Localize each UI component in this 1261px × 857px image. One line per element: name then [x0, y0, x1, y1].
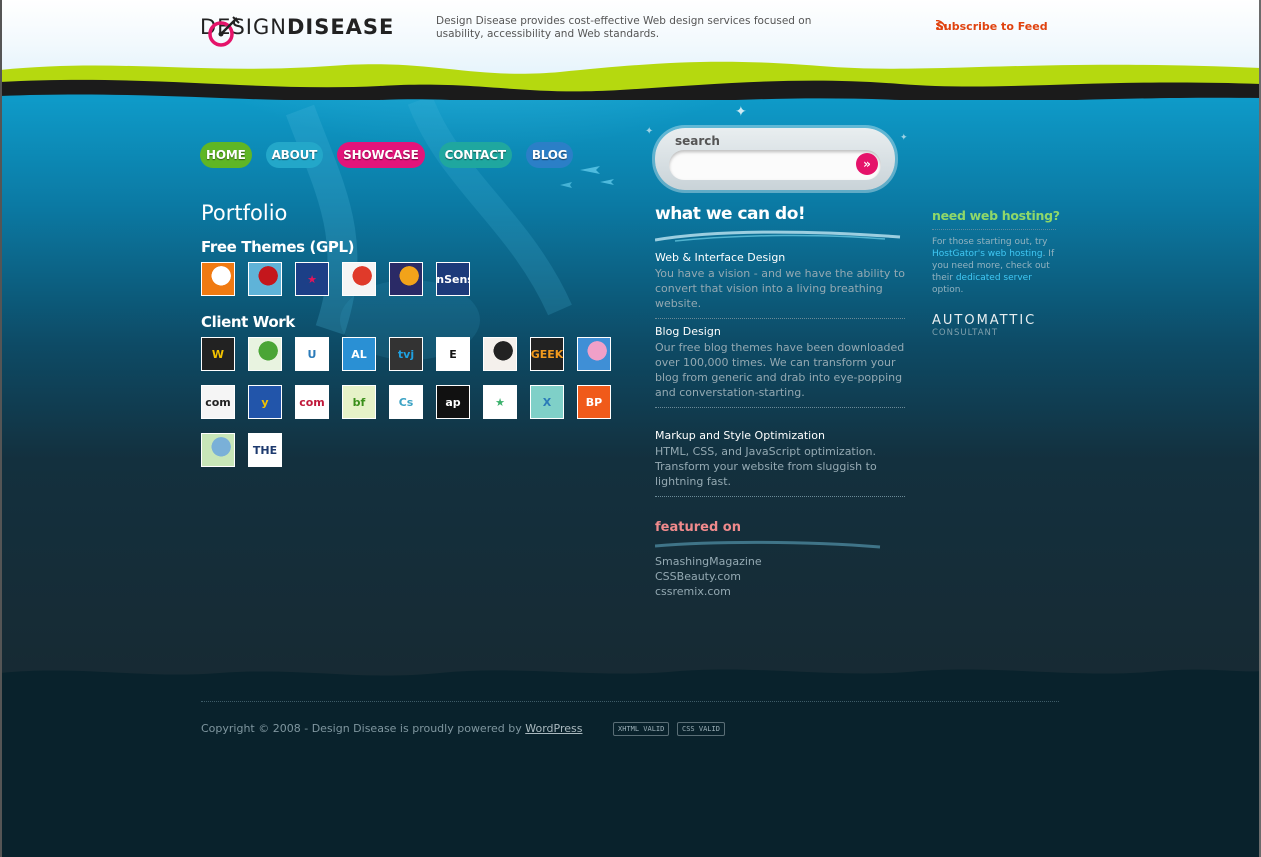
- service-blog-design: Blog Design Our free blog themes have be…: [655, 325, 905, 408]
- client-com-news-thumbnail[interactable]: com: [201, 385, 235, 419]
- hosting-text: For those starting out, try HostGator's …: [932, 236, 1060, 296]
- main-content-area: ✦ ✦ ✦: [0, 100, 1261, 680]
- window-border-left: [0, 0, 2, 857]
- logo-text-bold: DISEASE: [286, 15, 395, 39]
- site-logo[interactable]: DESIGN DISEASE: [200, 15, 395, 47]
- hosting-text-part: For those starting out, try: [932, 237, 1048, 247]
- featured-item-cssremix[interactable]: cssremix.com: [655, 584, 762, 599]
- client-x-tiles-thumbnail[interactable]: X: [530, 385, 564, 419]
- client-leaf-thumbnail[interactable]: [248, 337, 282, 371]
- search-box: search »: [655, 128, 895, 190]
- featured-list: SmashingMagazine CSSBeauty.com cssremix.…: [655, 554, 762, 599]
- featured-item-smashing[interactable]: SmashingMagazine: [655, 554, 762, 569]
- svg-text:✦: ✦: [645, 126, 653, 137]
- nav-contact[interactable]: CONTACT: [438, 142, 512, 168]
- service-markup-optimization: Markup and Style Optimization HTML, CSS,…: [655, 429, 905, 497]
- footer-divider: [201, 701, 1059, 702]
- featured-item-cssbeauty[interactable]: CSSBeauty.com: [655, 569, 762, 584]
- theme-insense-thumbnail[interactable]: InSens: [436, 262, 470, 296]
- hostgator-link[interactable]: HostGator's web hosting: [932, 249, 1043, 259]
- copyright-label: Copyright © 2008 - Design Disease is pro…: [201, 722, 526, 735]
- search-input[interactable]: [669, 150, 881, 180]
- portfolio-title: Portfolio: [201, 201, 288, 225]
- nav-about-label: ABOUT: [271, 148, 318, 162]
- subscribe-label: Subscribe to Feed: [936, 20, 1048, 33]
- service-title: Markup and Style Optimization: [655, 429, 825, 442]
- client-bp-thumbnail[interactable]: BP: [577, 385, 611, 419]
- footer-wave: [0, 669, 1261, 685]
- client-lily-thumbnail[interactable]: [577, 337, 611, 371]
- copyright-text: Copyright © 2008 - Design Disease is pro…: [201, 722, 582, 735]
- header: DESIGN DISEASE Design Disease provides co…: [0, 0, 1261, 110]
- client-work-grid: W U AL tvj E GEEK com y com bf Cs ap ★ X BP THE: [201, 337, 611, 467]
- service-desc: Our free blog themes have been downloade…: [655, 341, 905, 399]
- client-e-thumbnail[interactable]: E: [436, 337, 470, 371]
- client-al-thumbnail[interactable]: AL: [342, 337, 376, 371]
- svg-text:✦: ✦: [735, 104, 747, 120]
- client-arrow-tiles-thumbnail[interactable]: y: [248, 385, 282, 419]
- client-green-star-thumbnail[interactable]: ★: [483, 385, 517, 419]
- client-geek-thumbnail[interactable]: GEEK: [530, 337, 564, 371]
- hosting-text-part: option.: [932, 285, 964, 295]
- nav-showcase[interactable]: SHOWCASE: [337, 142, 425, 168]
- client-bf-thumbnail[interactable]: bf: [342, 385, 376, 419]
- nav-blog-label: BLOG: [531, 148, 568, 162]
- client-apple-thumbnail[interactable]: ap: [436, 385, 470, 419]
- arrow-right-icon: »: [863, 157, 871, 171]
- client-blue-green-u-thumbnail[interactable]: U: [295, 337, 329, 371]
- theme-cherries-thumbnail[interactable]: [248, 262, 282, 296]
- service-web-interface-design: Web & Interface Design You have a vision…: [655, 251, 905, 319]
- theme-star-thumbnail[interactable]: ★: [295, 262, 329, 296]
- theme-white-red-thumbnail[interactable]: [342, 262, 376, 296]
- nav-home[interactable]: HOME: [200, 142, 252, 168]
- client-legs-thumbnail[interactable]: [483, 337, 517, 371]
- theme-colorful-circle-thumbnail[interactable]: [389, 262, 423, 296]
- automattic-logo[interactable]: AUTOMATTIC: [932, 313, 1036, 328]
- featured-swoosh: [655, 540, 881, 549]
- featured-title: featured on: [655, 520, 741, 535]
- nav-about[interactable]: ABOUT: [265, 142, 324, 168]
- client-w-thumbnail[interactable]: W: [201, 337, 235, 371]
- xhtml-valid-badge[interactable]: XHTML VALID: [613, 722, 670, 736]
- rss-icon: [936, 20, 946, 30]
- css-valid-badge[interactable]: CSS VALID: [677, 722, 725, 736]
- underwater-decoration: ✦ ✦ ✦: [100, 100, 908, 360]
- client-work-title: Client Work: [201, 313, 295, 331]
- dedicated-server-link[interactable]: dedicated server: [956, 273, 1032, 283]
- free-themes-title: Free Themes (GPL): [201, 238, 355, 256]
- client-com-red-thumbnail[interactable]: com: [295, 385, 329, 419]
- service-title: Blog Design: [655, 325, 721, 338]
- nav-home-label: HOME: [206, 148, 246, 162]
- service-desc: HTML, CSS, and JavaScript optimization. …: [655, 445, 877, 488]
- search-label: search: [675, 134, 720, 148]
- nav-contact-label: CONTACT: [444, 148, 506, 162]
- svg-text:✦: ✦: [900, 133, 908, 143]
- syringe-target-icon: [208, 16, 240, 47]
- main-nav: HOME ABOUT SHOWCASE CONTACT BLOG: [200, 142, 587, 168]
- nav-showcase-label: SHOWCASE: [343, 148, 419, 162]
- wordpress-link[interactable]: WordPress: [525, 722, 582, 735]
- services-swoosh: [655, 230, 901, 242]
- site-tagline: Design Disease provides cost-effective W…: [436, 15, 812, 40]
- hosting-divider: [932, 229, 1056, 230]
- client-green-squares-thumbnail[interactable]: [201, 433, 235, 467]
- services-title: what we can do!: [655, 204, 806, 224]
- theme-orange-swirl-thumbnail[interactable]: [201, 262, 235, 296]
- search-submit-button[interactable]: »: [856, 153, 878, 175]
- client-css-thumbnail[interactable]: Cs: [389, 385, 423, 419]
- free-themes-grid: ★ InSens: [201, 262, 470, 296]
- automattic-consultant-label: CONSULTANT: [932, 328, 999, 338]
- hosting-title: need web hosting?: [932, 208, 1060, 223]
- nav-blog[interactable]: BLOG: [525, 142, 574, 168]
- client-the-thumbnail[interactable]: THE: [248, 433, 282, 467]
- service-title: Web & Interface Design: [655, 251, 786, 264]
- subscribe-feed-link[interactable]: Subscribe to Feed: [936, 20, 1048, 33]
- service-desc: You have a vision - and we have the abil…: [655, 267, 905, 310]
- client-tvj-thumbnail[interactable]: tvj: [389, 337, 423, 371]
